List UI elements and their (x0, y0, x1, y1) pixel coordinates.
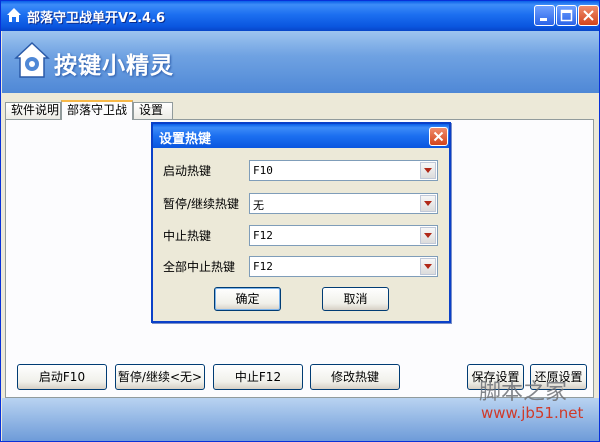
chevron-down-icon (424, 168, 432, 173)
edit-hotkeys-button[interactable]: 修改热键 (310, 364, 400, 390)
watermark-url: www.jb51.net (481, 404, 584, 422)
title-bar[interactable]: 部落守卫战单开V2.4.6 (1, 1, 599, 31)
window-title: 部落守卫战单开V2.4.6 (27, 11, 166, 26)
stop-hotkey-select[interactable]: F12 (249, 225, 438, 246)
stop-all-hotkey-value: F12 (253, 260, 273, 273)
start-button[interactable]: 启动F10 (17, 364, 107, 390)
chevron-down-icon (424, 233, 432, 238)
banner: 按键小精灵 (2, 31, 599, 93)
stop-button[interactable]: 中止F12 (213, 364, 303, 390)
dropdown-arrow-button[interactable] (420, 227, 436, 244)
stop-all-hotkey-select[interactable]: F12 (249, 256, 438, 277)
ok-button[interactable]: 确定 (214, 287, 281, 311)
dialog-title-bar[interactable]: 设置热键 (153, 124, 449, 148)
close-icon (433, 131, 444, 142)
tab-tribe-defense[interactable]: 部落守卫战 (61, 100, 133, 120)
minimize-icon (540, 18, 547, 21)
tab-software-info[interactable]: 软件说明 (5, 102, 61, 119)
chevron-down-icon (424, 201, 432, 206)
dialog-title: 设置热键 (159, 132, 212, 147)
close-icon (583, 10, 594, 21)
watermark-site-name: 脚本之家 (479, 380, 568, 405)
start-hotkey-value: F10 (253, 164, 273, 177)
close-button[interactable] (578, 5, 599, 26)
pause-resume-button[interactable]: 暂停/继续<无> (115, 364, 205, 390)
stop-all-hotkey-label: 全部中止热键 (163, 260, 236, 274)
banner-title: 按键小精灵 (54, 53, 174, 79)
minimize-button[interactable] (534, 5, 555, 26)
main-window: 部落守卫战单开V2.4.6 按键小精灵 软件说明 部落守卫战 设置 启动F10 … (0, 0, 600, 442)
maximize-button[interactable] (556, 5, 577, 26)
start-hotkey-label: 启动热键 (163, 164, 212, 178)
dropdown-arrow-button[interactable] (420, 195, 436, 212)
dialog-close-button[interactable] (429, 127, 448, 146)
start-hotkey-select[interactable]: F10 (249, 160, 438, 181)
chevron-down-icon (424, 264, 432, 269)
pause-hotkey-value: 无 (253, 199, 264, 212)
maximize-icon (560, 9, 573, 22)
hotkey-dialog: 设置热键 启动热键 F10 暂停/继续热键 无 中止热键 F12 全部中止热键 … (151, 122, 451, 323)
tab-settings[interactable]: 设置 (133, 102, 173, 119)
pause-hotkey-select[interactable]: 无 (249, 193, 438, 214)
pause-hotkey-label: 暂停/继续热键 (163, 197, 240, 211)
dropdown-arrow-button[interactable] (420, 258, 436, 275)
cancel-button[interactable]: 取消 (322, 287, 389, 311)
stop-hotkey-value: F12 (253, 229, 273, 242)
home-icon (7, 8, 21, 22)
house-logo-icon (14, 41, 50, 78)
stop-hotkey-label: 中止热键 (163, 229, 212, 243)
dropdown-arrow-button[interactable] (420, 162, 436, 179)
